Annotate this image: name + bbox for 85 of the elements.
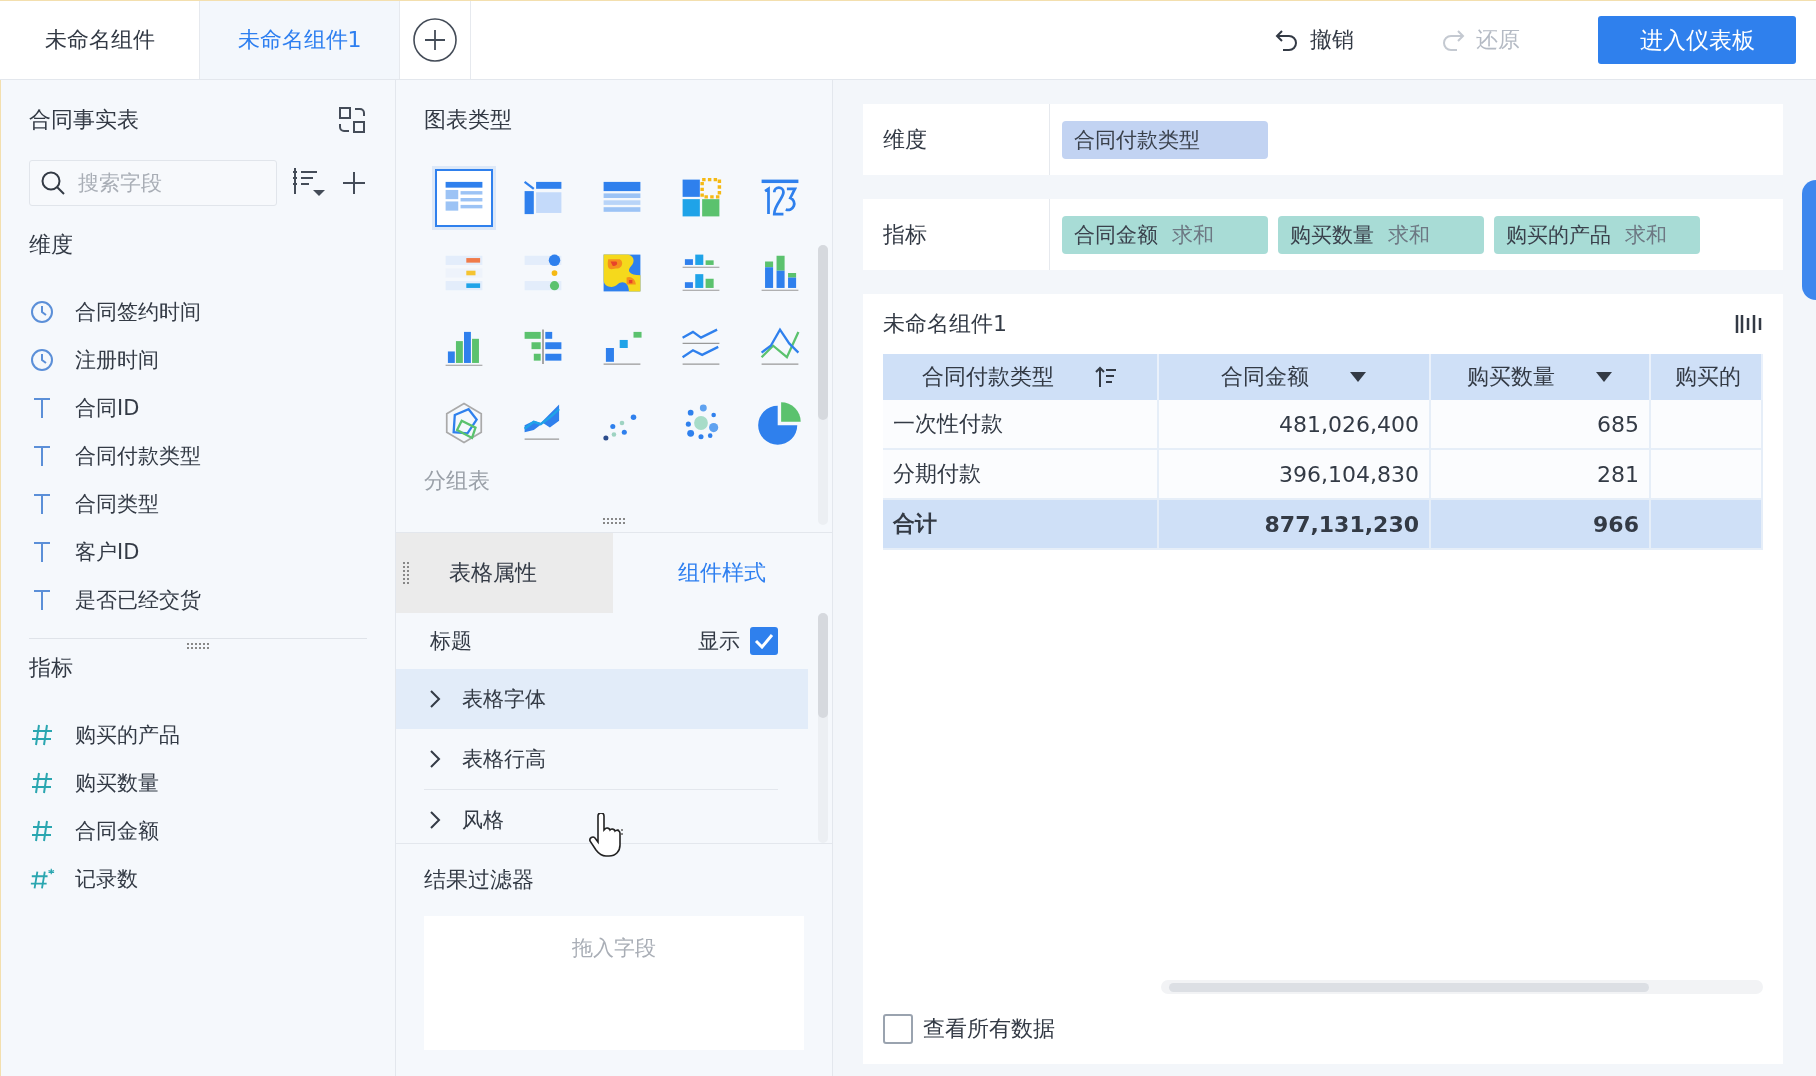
column-header[interactable]: 购买数量 <box>1430 354 1650 400</box>
text-type-icon <box>32 588 52 612</box>
field-pill[interactable]: 购买数量 求和 <box>1278 215 1484 254</box>
tab[interactable]: 未命名组件1 <box>200 1 400 79</box>
hash-icon <box>30 771 54 795</box>
field-item[interactable]: 客户ID <box>29 528 140 576</box>
check-icon <box>754 633 774 649</box>
table-cell: 481,026,400 <box>1158 400 1430 449</box>
shelf-label: 指标 <box>883 220 927 249</box>
text-type-icon <box>32 492 52 516</box>
field-pill[interactable]: 购买的产品 求和 <box>1494 215 1700 254</box>
field-item[interactable]: 合同付款类型 <box>29 432 201 480</box>
undo-button[interactable]: 撤销 <box>1266 1 1362 79</box>
column-header[interactable]: 合同金额 <box>1158 354 1430 400</box>
field-item[interactable]: 购买数量 <box>29 759 159 807</box>
shelf-label: 维度 <box>883 125 927 154</box>
hash-icon <box>30 819 54 843</box>
setting-label: 标题 <box>430 628 473 655</box>
sort-icon[interactable] <box>1094 365 1118 389</box>
enter-dashboard-button[interactable]: 进入仪表板 <box>1598 16 1796 64</box>
field-item[interactable]: 购买的产品 <box>29 711 180 759</box>
sort-fields-icon[interactable] <box>291 168 327 198</box>
chevron-icon <box>428 688 443 710</box>
section-label: 结果过滤器 <box>424 866 535 894</box>
field-item[interactable]: 合同金额 <box>29 807 159 855</box>
search-field[interactable]: 搜索字段 <box>29 160 277 206</box>
scrollbar[interactable] <box>818 613 828 843</box>
section-label: 维度 <box>29 231 73 259</box>
table-cell: 685 <box>1430 400 1650 449</box>
table-title: 合同事实表 <box>29 106 139 134</box>
add-field-icon[interactable] <box>341 170 367 196</box>
show-title-checkbox[interactable]: 显示 <box>698 627 778 655</box>
field-pill[interactable]: 合同金额 求和 <box>1062 215 1268 254</box>
clock-icon <box>30 348 54 372</box>
drag-handle-icon <box>402 562 409 584</box>
hash-star-icon <box>29 867 55 891</box>
field-item[interactable]: 合同ID <box>29 384 140 432</box>
view-all-checkbox[interactable]: 查看所有数据 <box>883 994 1055 1064</box>
chevron-icon <box>428 809 443 831</box>
field-item[interactable]: 记录数 <box>29 855 138 903</box>
field-item[interactable]: 注册时间 <box>29 336 159 384</box>
text-type-icon <box>32 540 52 564</box>
table-cell: 合计 <box>883 499 1158 549</box>
table-cell: 396,104,830 <box>1158 449 1430 499</box>
field-pill[interactable]: 合同付款类型 <box>1062 120 1268 159</box>
search-icon <box>40 170 66 196</box>
clock-icon <box>30 300 54 324</box>
settings-section[interactable]: 表格字体 <box>396 669 808 729</box>
settings-section[interactable]: 风格 <box>396 790 808 843</box>
widget-title: 未命名组件1 <box>883 310 1007 338</box>
table-cell: 281 <box>1430 449 1650 499</box>
dropdown-icon[interactable] <box>1349 371 1367 383</box>
collapse-handle[interactable] <box>1802 180 1816 300</box>
text-type-icon <box>32 396 52 420</box>
switch-table-icon[interactable] <box>337 105 368 135</box>
table-cell: 一次性付款 <box>883 400 1158 449</box>
dropdown-icon[interactable] <box>1595 371 1613 383</box>
column-header[interactable]: 购买的 <box>1650 354 1762 400</box>
section-label: 图表类型 <box>424 106 513 134</box>
table-cell: 分期付款 <box>883 449 1158 499</box>
chart-type-option[interactable] <box>434 168 493 227</box>
hash-icon <box>30 723 54 747</box>
field-item[interactable]: 合同类型 <box>29 480 159 528</box>
settings-section[interactable]: 表格行高 <box>396 729 808 789</box>
table-cell: 877,131,230 <box>1158 499 1430 549</box>
resize-handle-icon[interactable] <box>603 518 626 524</box>
table-cell: 966 <box>1430 499 1650 549</box>
scrollbar[interactable] <box>818 245 828 525</box>
field-item[interactable]: 合同签约时间 <box>29 288 201 336</box>
scrollbar[interactable] <box>1161 980 1763 994</box>
chevron-icon <box>428 748 443 770</box>
redo-icon <box>1440 28 1466 52</box>
pie-chart-icon[interactable] <box>756 399 803 446</box>
field-item[interactable]: 是否已经交货 <box>29 576 201 624</box>
text-type-icon <box>32 444 52 468</box>
add-tab-icon[interactable] <box>412 17 458 63</box>
barcode-icon[interactable] <box>1735 313 1763 335</box>
resize-handle-icon[interactable] <box>187 643 210 649</box>
undo-icon <box>1274 28 1300 52</box>
search-input[interactable]: 搜索字段 <box>76 170 250 196</box>
column-header[interactable]: 合同付款类型 <box>883 354 1158 400</box>
hand-cursor-icon <box>588 813 623 857</box>
tab[interactable]: 表格属性 <box>396 533 614 613</box>
chart-type-caption: 分组表 <box>424 468 491 493</box>
section-label: 指标 <box>29 654 73 682</box>
